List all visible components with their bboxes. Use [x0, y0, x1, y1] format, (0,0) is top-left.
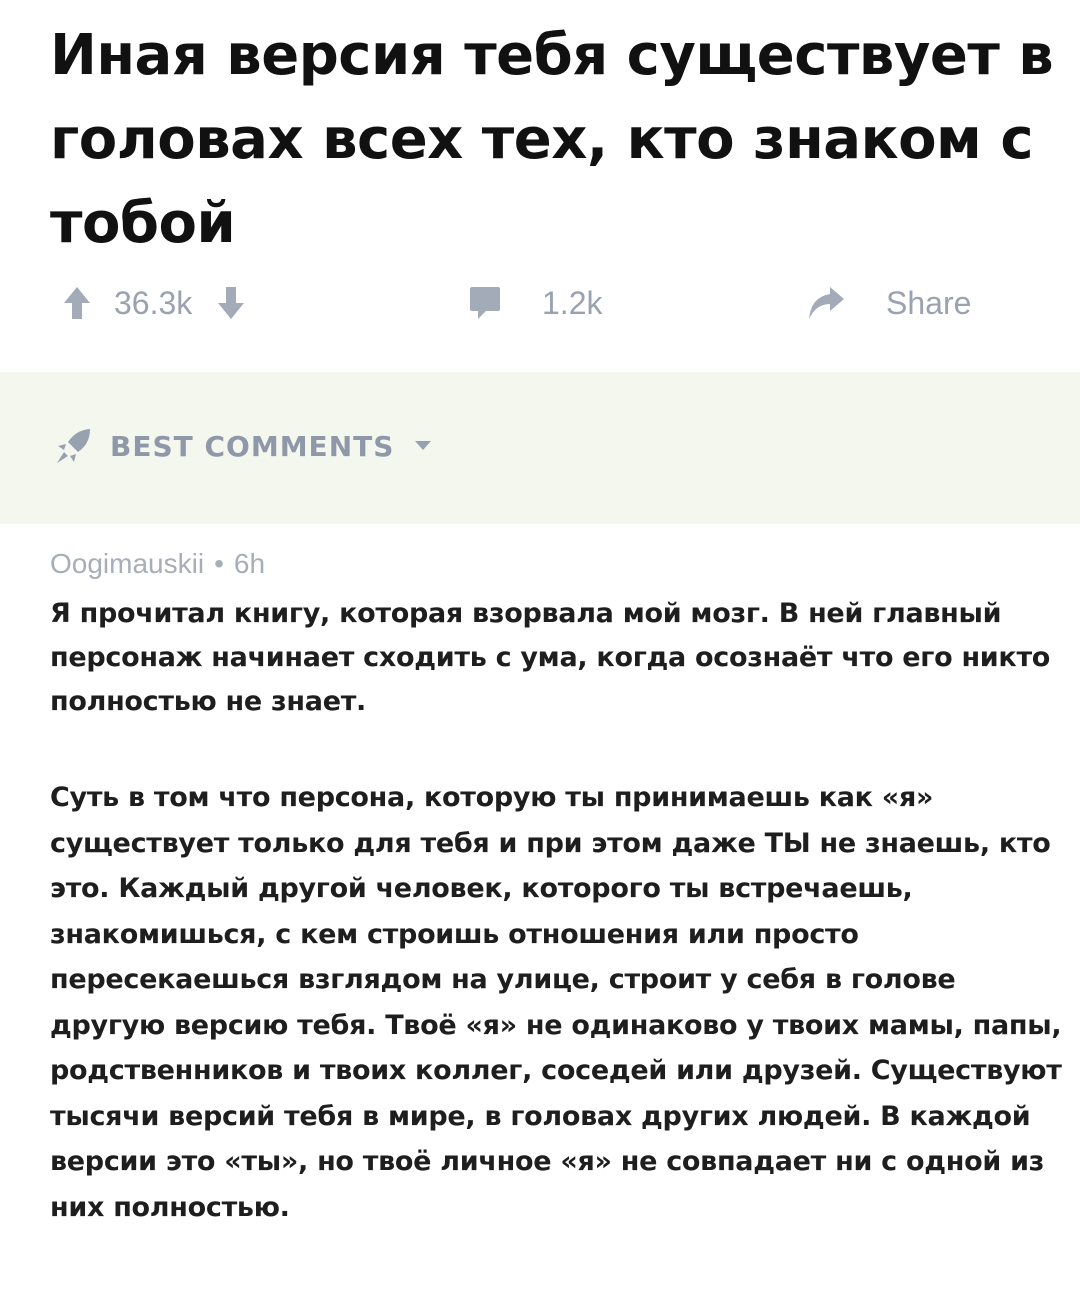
chevron-down-icon — [414, 440, 432, 452]
post-title: Иная версия тебя существует в головах вс… — [50, 23, 1054, 256]
share-label: Share — [886, 284, 972, 321]
post-action-bar: 36.3k 1.2k Share — [0, 270, 1080, 336]
comment-age: 6h — [233, 548, 266, 579]
share-arrow-icon — [806, 285, 846, 321]
comment-paragraph: Суть в том что персона, которую ты прини… — [50, 782, 1062, 1223]
meta-separator: • — [214, 548, 224, 579]
rocket-icon — [54, 426, 94, 466]
sort-dropdown[interactable]: BEST COMMENTS — [54, 416, 432, 476]
comments-button[interactable]: 1.2k — [468, 270, 602, 336]
upvote-count: 36.3k — [114, 284, 193, 321]
sort-label: BEST COMMENTS — [110, 429, 395, 463]
comment-count: 1.2k — [542, 284, 603, 321]
arrow-down-icon[interactable] — [216, 285, 246, 321]
comment-paragraph: Я прочитал книгу, которая взорвала мой м… — [50, 598, 1051, 717]
comment-sort-bar: BEST COMMENTS — [0, 372, 1080, 524]
vote-controls: 36.3k — [62, 270, 246, 336]
arrow-up-icon[interactable] — [62, 285, 92, 321]
comment-meta: Oogimauskii • 6h — [50, 548, 265, 580]
comment-author[interactable]: Oogimauskii — [50, 548, 204, 579]
share-button[interactable]: Share — [806, 270, 971, 336]
comment-bubble-icon — [468, 285, 502, 321]
